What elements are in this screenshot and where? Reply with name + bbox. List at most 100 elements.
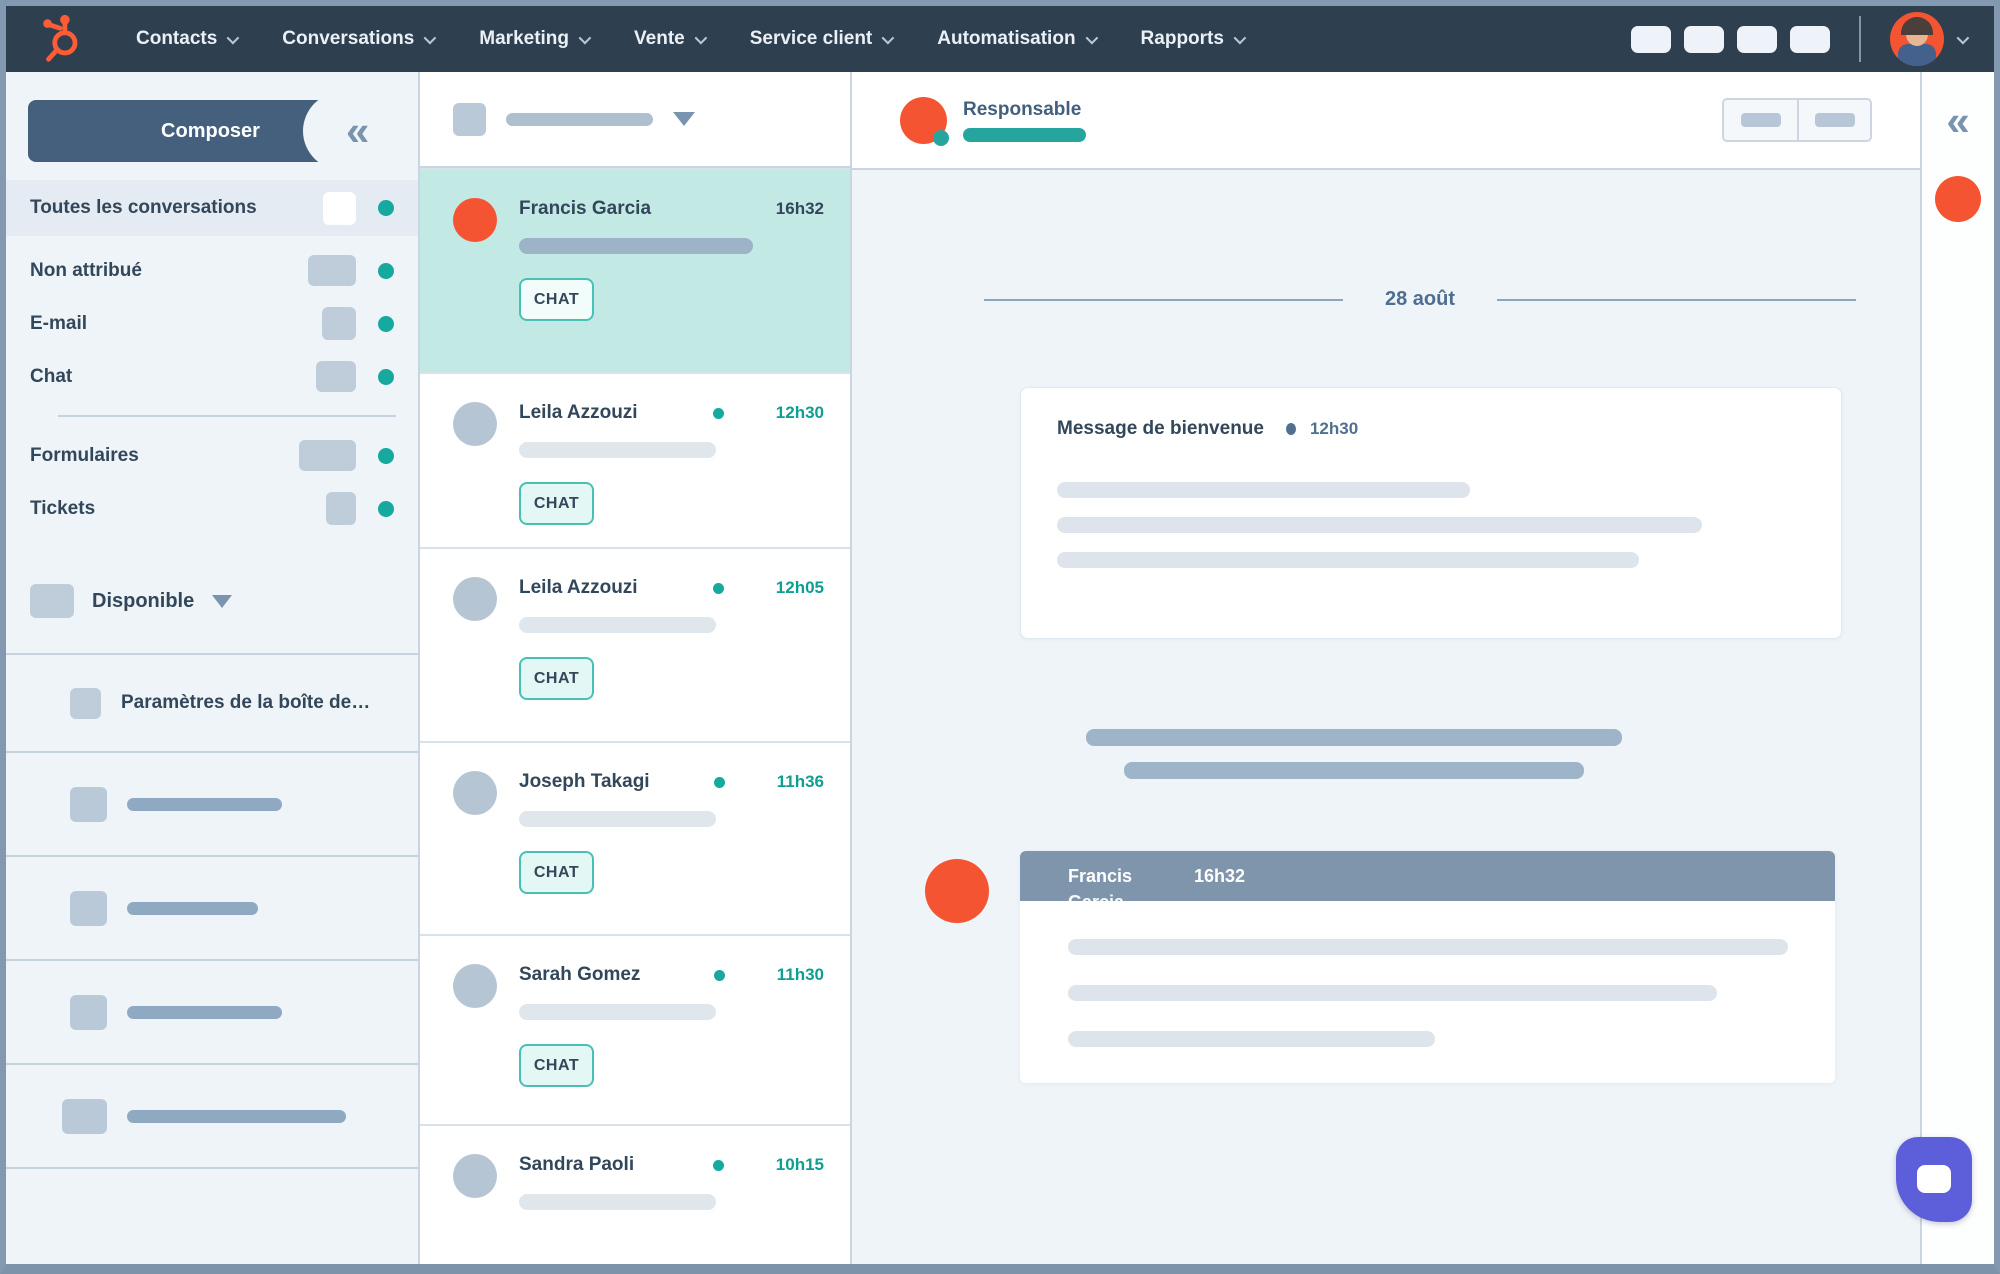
inbox-settings-link[interactable]: Paramètres de la boîte de… xyxy=(6,655,418,751)
expand-rail-button[interactable]: « xyxy=(1946,100,1969,142)
sort-dropdown[interactable] xyxy=(506,112,695,126)
nav-tool-icon-placeholder[interactable] xyxy=(1790,25,1830,53)
nav-label: Service client xyxy=(749,28,873,49)
sidebar-filter-unassigned[interactable]: Non attribué xyxy=(6,244,418,297)
sidebar-placeholder-item[interactable] xyxy=(6,959,418,1063)
conversation-time: 11h30 xyxy=(776,965,824,984)
meta-dot xyxy=(1285,423,1296,435)
sidebar-filter-tickets[interactable]: Tickets xyxy=(6,482,418,535)
nav-item-conversations[interactable]: Conversations xyxy=(282,28,437,50)
item-label-placeholder xyxy=(127,797,282,811)
nav-item-vente[interactable]: Vente xyxy=(634,28,708,50)
item-icon-placeholder xyxy=(62,1098,107,1134)
conversation-item-joseph-takagi[interactable]: Joseph Takagi 11h36 CHAT xyxy=(420,741,850,934)
message-time: 12h30 xyxy=(1309,419,1359,438)
channel-tag-chat: CHAT xyxy=(519,482,594,525)
divider-line xyxy=(1497,298,1856,301)
conversation-item-sandra-paoli[interactable]: Sandra Paoli 10h15 xyxy=(420,1124,850,1264)
chevron-down-icon xyxy=(423,31,437,44)
contact-name: Leila Azzouzi xyxy=(519,402,638,423)
chevron-down-icon xyxy=(226,31,240,44)
thread-action-button[interactable] xyxy=(1724,100,1797,140)
nav-item-marketing[interactable]: Marketing xyxy=(479,28,592,50)
conversation-item-leila-azzouzi-2[interactable]: Leila Azzouzi 12h05 CHAT xyxy=(420,547,850,741)
message-preview-placeholder xyxy=(519,617,716,633)
thread-header: Responsable xyxy=(852,72,1920,170)
channel-tag-chat: CHAT xyxy=(519,278,594,321)
sidebar-placeholder-item[interactable] xyxy=(6,855,418,959)
count-placeholder xyxy=(323,191,356,225)
chevron-down-icon xyxy=(881,31,895,44)
conversation-item-sarah-gomez[interactable]: Sarah Gomez 11h30 CHAT xyxy=(420,934,850,1124)
filter-label: Tickets xyxy=(30,497,96,519)
channel-tag-chat: CHAT xyxy=(519,1044,594,1087)
action-label-placeholder xyxy=(1740,113,1781,127)
sidebar-filter-forms[interactable]: Formulaires xyxy=(6,429,418,482)
hubspot-logo-icon[interactable] xyxy=(36,13,88,65)
sidebar-placeholder-item[interactable] xyxy=(6,751,418,855)
user-avatar[interactable] xyxy=(1890,12,1944,66)
status-dot xyxy=(378,368,394,385)
availability-dropdown[interactable]: Disponible xyxy=(6,569,418,633)
contact-avatar-orange[interactable] xyxy=(1935,176,1981,222)
nav-utilities xyxy=(1631,12,1970,66)
contact-name: Francis Garcia xyxy=(519,198,652,219)
nav-label: Conversations xyxy=(282,28,415,49)
divider-line xyxy=(984,298,1343,301)
hubspot-inbox-window: Contacts Conversations Marketing Vente S… xyxy=(0,0,2000,1274)
sidebar-filter-email[interactable]: E-mail xyxy=(6,297,418,350)
system-text-placeholder xyxy=(1124,762,1584,779)
contact-avatar xyxy=(453,964,497,1008)
thread-panel: Responsable 28 août Message de bienvenue xyxy=(852,72,1920,1264)
contact-avatar xyxy=(453,402,497,446)
conversation-item-francis-garcia[interactable]: Francis Garcia 16h32 CHAT xyxy=(420,168,850,372)
conversation-list: Francis Garcia 16h32 CHAT Leila Azzouzi … xyxy=(418,72,852,1264)
nav-tool-icon-placeholder[interactable] xyxy=(1684,25,1724,53)
message-preview-placeholder xyxy=(519,811,716,827)
count-placeholder xyxy=(322,307,356,340)
sidebar-filter-all-conversations[interactable]: Toutes les conversations xyxy=(6,180,418,236)
settings-label: Paramètres de la boîte de… xyxy=(121,692,371,713)
conversation-item-leila-azzouzi[interactable]: Leila Azzouzi 12h30 CHAT xyxy=(420,372,850,547)
sender-name-clipped: Garcia xyxy=(1068,889,1835,901)
sidebar-filter-chat[interactable]: Chat xyxy=(6,350,418,403)
dropdown-triangle-icon xyxy=(212,594,233,608)
message-time: 16h32 xyxy=(1194,866,1246,886)
system-text-placeholder xyxy=(1086,729,1622,746)
avatar-hair xyxy=(1901,17,1933,35)
sidebar-placeholder-item[interactable] xyxy=(6,1063,418,1167)
nav-item-service-client[interactable]: Service client xyxy=(749,28,895,50)
chevron-down-icon[interactable] xyxy=(1956,31,1970,44)
thread-action-button[interactable] xyxy=(1797,100,1870,140)
nav-item-contacts[interactable]: Contacts xyxy=(136,28,240,50)
system-event-placeholder xyxy=(852,729,1856,779)
unread-dot xyxy=(712,582,724,594)
availability-label: Disponible xyxy=(92,589,195,612)
online-status-dot xyxy=(933,129,949,146)
dropdown-triangle-icon xyxy=(673,112,695,126)
conversation-time: 10h15 xyxy=(775,1155,824,1174)
item-icon-placeholder xyxy=(70,890,107,926)
item-icon-placeholder xyxy=(70,994,107,1030)
conversation-time: 12h30 xyxy=(775,403,824,422)
thread-actions-segmented-control xyxy=(1722,98,1872,142)
contact-avatar xyxy=(453,198,497,242)
contact-name: Leila Azzouzi xyxy=(519,577,638,598)
collapse-sidebar-button[interactable]: « xyxy=(346,102,369,160)
main-menu: Contacts Conversations Marketing Vente S… xyxy=(136,28,1247,50)
nav-item-automatisation[interactable]: Automatisation xyxy=(937,28,1098,50)
inbox-sidebar: Composer « Toutes les conversations Non … xyxy=(6,72,418,1264)
nav-tool-icon-placeholder[interactable] xyxy=(1737,25,1777,53)
message-preview-placeholder xyxy=(519,1004,716,1020)
nav-tool-icon-placeholder[interactable] xyxy=(1631,25,1671,53)
select-all-checkbox[interactable] xyxy=(453,102,486,136)
status-dot xyxy=(378,262,394,279)
nav-label: Rapports xyxy=(1140,28,1224,49)
status-dot xyxy=(378,200,394,216)
message-text-placeholder xyxy=(1068,985,1717,1001)
count-placeholder xyxy=(299,440,356,471)
nav-item-rapports[interactable]: Rapports xyxy=(1140,28,1247,50)
compose-button[interactable]: Composer xyxy=(28,100,335,162)
channel-tag-chat: CHAT xyxy=(519,657,594,700)
chat-widget-icon xyxy=(1917,1165,1951,1193)
